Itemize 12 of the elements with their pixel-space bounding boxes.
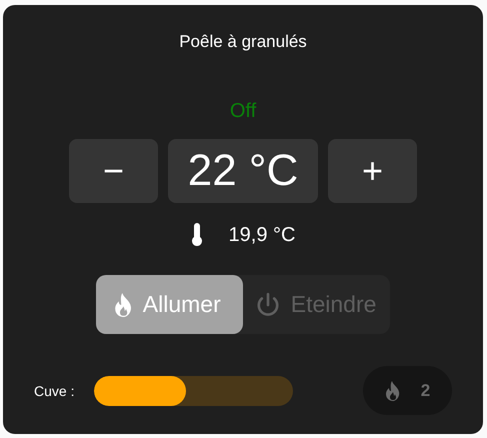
power-level-value: 2 — [420, 380, 430, 400]
tank-label: Cuve : — [34, 382, 76, 398]
flame-icon — [114, 292, 133, 316]
card-title: Poêle à granulés — [179, 32, 307, 52]
flame-icon — [384, 380, 401, 400]
decrease-button[interactable]: − — [69, 139, 158, 203]
setpoint-value: 22 °C — [168, 139, 318, 203]
status-text: Off — [230, 100, 256, 123]
thermometer-icon — [190, 223, 203, 247]
current-temperature: 19,9 °C — [228, 224, 296, 246]
increase-button[interactable]: + — [328, 139, 417, 203]
power-icon — [254, 292, 281, 318]
